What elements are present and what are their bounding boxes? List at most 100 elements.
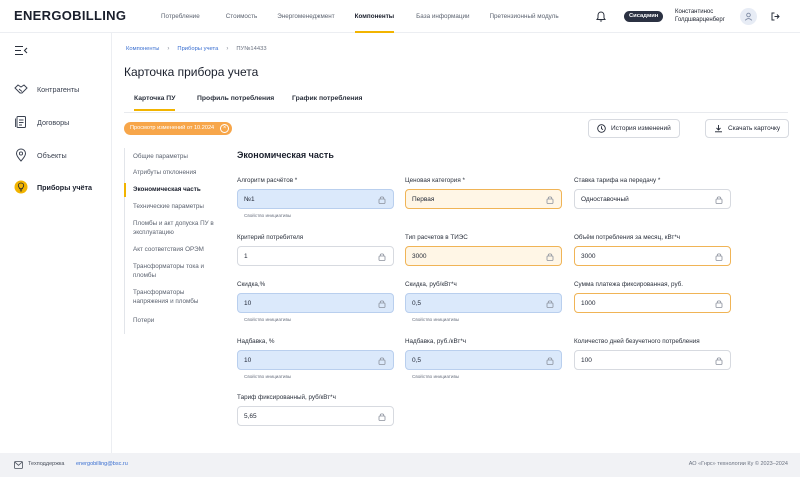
field-label: Объём потребления за месяц, кВт*ч <box>574 234 681 241</box>
sidebar-item-label: Договоры <box>37 117 70 127</box>
copyright-text: АО «Гнрс» технологии Ку © 2023–2024 <box>688 461 788 467</box>
top-header: ENERGOBILLING Потребление Стоимость Энер… <box>0 0 800 33</box>
section-nav-orem-act[interactable]: Акт соответствия ОРЭМ <box>133 245 221 254</box>
sidebar-item-objects[interactable]: Объекты <box>14 147 67 163</box>
section-nav-general[interactable]: Общие параметры <box>133 152 221 161</box>
support-email-link[interactable]: energobilling@bsc.ru <box>76 461 128 467</box>
ties-calc-type-input[interactable]: 3000 <box>405 246 562 266</box>
logout-icon[interactable] <box>771 12 780 21</box>
menu-collapse-icon[interactable] <box>14 45 28 56</box>
field-value: Одноставочный <box>581 196 629 203</box>
nav-item-knowledge-base[interactable]: База информации <box>416 0 469 33</box>
lock-icon <box>715 196 723 204</box>
breadcrumb-link-meters[interactable]: Приборы учета <box>177 46 218 52</box>
sidebar-item-contracts[interactable]: Договоры <box>14 114 69 130</box>
field-value: 3000 <box>581 253 596 260</box>
handshake-icon <box>14 82 28 96</box>
field-label: Алгоритм расчётов * <box>237 177 298 184</box>
section-nav-deviation-attributes[interactable]: Атрибуты отклонения <box>133 168 221 177</box>
field-value: 0,5 <box>412 300 422 307</box>
chevron-right-icon: › <box>226 46 229 52</box>
nav-item-energy-management[interactable]: Энергоменеджмент <box>277 0 334 33</box>
avatar[interactable] <box>740 8 757 25</box>
fixed-tariff-input[interactable]: 5,65 <box>237 406 394 426</box>
page-title: Карточка прибора учета <box>124 65 259 79</box>
calc-algorithm-select[interactable]: №1 <box>237 189 394 209</box>
user-name[interactable]: Константинос Голдшварценберг <box>675 8 735 24</box>
breadcrumb-link-components[interactable]: Компоненты <box>126 46 159 52</box>
sidebar-item-meters[interactable]: Приборы учёта <box>14 179 92 195</box>
user-icon <box>744 12 753 21</box>
discount-rub-input[interactable]: 0,5 <box>405 293 562 313</box>
markup-rub-input[interactable]: 0,5 <box>405 350 562 370</box>
transfer-tariff-select[interactable]: Одноставочный <box>574 189 731 209</box>
support-label: Техподдержка <box>28 461 65 467</box>
download-card-label: Скачать карточку <box>728 125 781 132</box>
app-logo[interactable]: ENERGOBILLING <box>14 8 126 23</box>
history-button[interactable]: История изменений <box>588 119 680 138</box>
footer: Техподдержка energobilling@bsc.ru АО «Гн… <box>0 453 800 477</box>
history-view-chip[interactable]: Просмотр изменений от 10.2024 × <box>124 122 233 135</box>
discount-percent-input[interactable]: 10 <box>237 293 394 313</box>
section-nav-seals-admission[interactable]: Пломбы и акт допуска ПУ в эксплуатацию <box>133 219 215 237</box>
sidebar: Контрагенты Договоры Объекты Приборы учё… <box>0 33 112 453</box>
fixed-payment-input[interactable]: 1000 <box>574 293 731 313</box>
price-category-select[interactable]: Первая <box>405 189 562 209</box>
nav-item-cost[interactable]: Стоимость <box>226 0 258 33</box>
support-icon <box>14 461 23 469</box>
main-nav: Потребление Стоимость Энергоменеджмент К… <box>151 0 559 33</box>
monthly-volume-input[interactable]: 3000 <box>574 246 731 266</box>
lock-icon <box>546 300 554 308</box>
document-icon <box>14 115 28 129</box>
consumer-criterion-input[interactable]: 1 <box>237 246 394 266</box>
close-icon[interactable]: × <box>220 124 230 133</box>
section-nav-current-transformers[interactable]: Трансформаторы тока и пломбы <box>133 262 215 280</box>
field-hint: Свойство инициативы <box>244 213 292 218</box>
sidebar-item-counterparties[interactable]: Контрагенты <box>14 81 79 97</box>
nav-item-components[interactable]: Компоненты <box>354 0 394 33</box>
section-nav-losses[interactable]: Потери <box>133 316 221 325</box>
nav-item-claims-module[interactable]: Претензионный модуль <box>490 0 559 33</box>
sidebar-item-label: Объекты <box>37 150 67 160</box>
field-label: Скидка,% <box>237 281 266 288</box>
location-pin-icon <box>14 148 28 162</box>
tab-consumption-profile[interactable]: Профиль потребления <box>197 95 274 109</box>
nonmetered-days-input[interactable]: 100 <box>574 350 731 370</box>
field-value: 1 <box>244 253 248 260</box>
nav-item-consumption[interactable]: Потребление <box>161 0 200 33</box>
field-value: Первая <box>412 196 435 203</box>
section-nav: Общие параметры Атрибуты отклонения Экон… <box>124 148 220 334</box>
field-hint: Свойство инициативы <box>244 374 292 379</box>
history-button-label: История изменений <box>611 125 671 132</box>
bell-icon[interactable] <box>596 11 606 22</box>
field-label: Ценовая категория * <box>405 177 465 184</box>
section-nav-voltage-transformers[interactable]: Трансформаторы напряжения и пломбы <box>133 288 215 306</box>
tab-meter-card[interactable]: Карточка ПУ <box>134 95 176 111</box>
tab-consumption-schedule[interactable]: График потребления <box>292 95 363 109</box>
section-nav-technical[interactable]: Технические параметры <box>133 202 221 211</box>
history-chip-label: Просмотр изменений от 10.2024 <box>130 125 215 131</box>
field-value: 10 <box>244 357 252 364</box>
section-nav-economic[interactable]: Экономическая часть <box>133 185 221 194</box>
download-card-button[interactable]: Скачать карточку <box>705 119 790 138</box>
field-label: Надбавка, руб./кВт*ч <box>405 338 467 345</box>
lock-icon <box>715 300 723 308</box>
role-badge: Сисадмин <box>624 11 664 22</box>
markup-percent-input[interactable]: 10 <box>237 350 394 370</box>
breadcrumb: Компоненты › Приборы учета › ПУ№14433 <box>126 46 267 52</box>
section-nav-active-indicator <box>124 183 126 197</box>
lock-icon <box>546 357 554 365</box>
sidebar-item-label: Приборы учёта <box>37 182 93 192</box>
field-value: 100 <box>581 357 592 364</box>
field-label: Тип расчетов в ТИЭС <box>405 234 468 241</box>
field-label: Тариф фиксированный, руб/кВт*ч <box>237 394 336 401</box>
section-title: Экономическая часть <box>237 150 334 160</box>
lock-icon <box>378 300 386 308</box>
lock-icon <box>546 196 554 204</box>
chevron-right-icon: › <box>167 46 170 52</box>
field-label: Надбавка, % <box>237 338 275 345</box>
lock-icon <box>546 253 554 261</box>
tab-bar: Карточка ПУ Профиль потребления График п… <box>124 91 788 113</box>
download-icon <box>715 125 722 133</box>
lock-icon <box>378 357 386 365</box>
